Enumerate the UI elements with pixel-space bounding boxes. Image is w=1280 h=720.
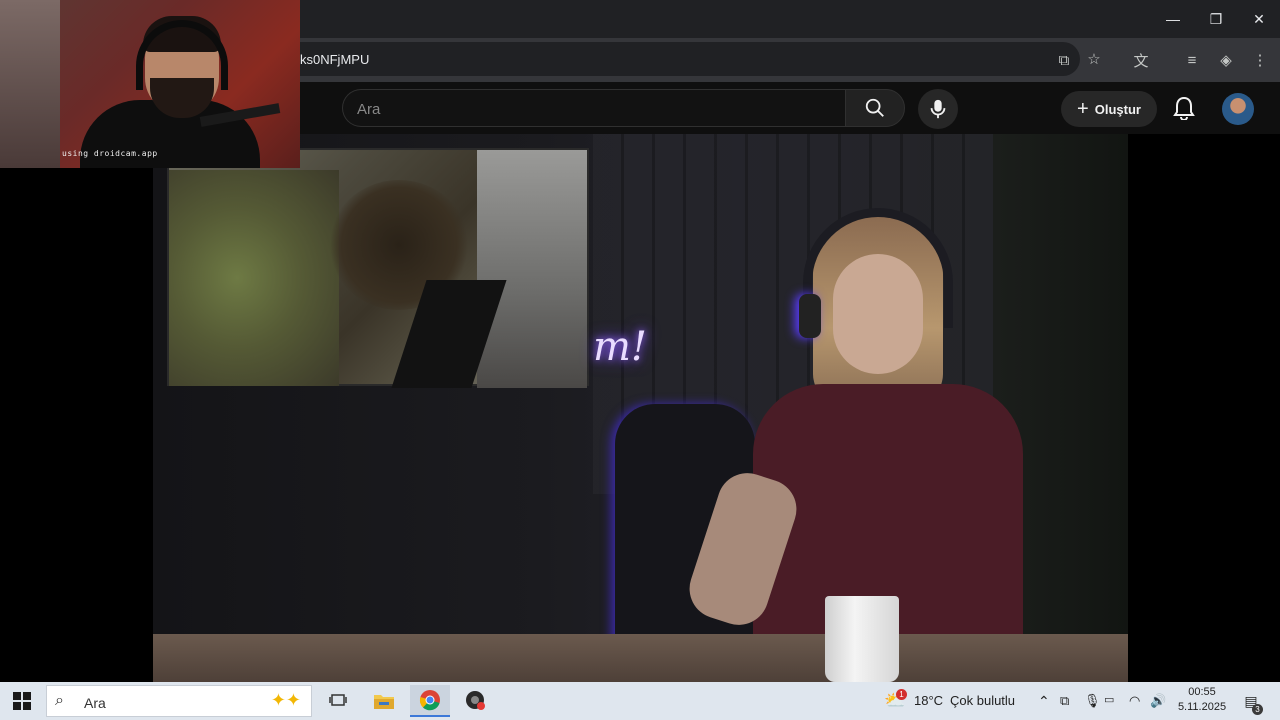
folder-icon — [374, 695, 394, 709]
search-icon — [865, 98, 884, 117]
meet-now-icon[interactable]: ⧉ — [1060, 693, 1069, 709]
windows-logo-icon — [13, 692, 31, 710]
chrome-button[interactable] — [410, 685, 450, 717]
coffee-mug — [825, 596, 899, 682]
restore-button[interactable]: ❐ — [1202, 6, 1230, 32]
background-wall — [0, 0, 60, 168]
desk — [153, 634, 1128, 682]
recording-app-button[interactable] — [456, 685, 496, 717]
headset — [803, 208, 953, 328]
clock-date: 5.11.2025 — [1177, 701, 1227, 713]
file-explorer-button[interactable] — [364, 685, 404, 717]
battery-icon[interactable]: ▭ — [1104, 693, 1114, 706]
microphone-icon[interactable]: 🎙 — [1084, 693, 1101, 709]
youtube-search-input[interactable] — [357, 98, 827, 120]
clock-time: 00:55 — [1188, 686, 1216, 698]
search-icon: ⌕ — [55, 692, 64, 709]
create-button[interactable]: + Oluştur — [1061, 91, 1157, 127]
webcam-overlay: using droidcam.app — [0, 0, 300, 168]
install-app-icon[interactable]: ⧉ — [1054, 50, 1074, 70]
account-avatar[interactable] — [1222, 93, 1254, 125]
grass — [169, 170, 339, 386]
extension-icon[interactable]: ◈ — [1216, 50, 1236, 70]
windows-taskbar: ⌕ Ara ✦✦ ⛅ 1 18°C Çok bulutlu ⌃ ⧉ 🎙 ▭ ◠ … — [0, 682, 1280, 720]
task-view-icon — [329, 694, 347, 706]
chrome-icon — [419, 690, 440, 711]
video-frame[interactable]: m! — [153, 134, 1128, 682]
task-view-button[interactable] — [318, 685, 358, 717]
weather-temperature[interactable]: 18°C — [914, 693, 943, 708]
weather-badge: 1 — [896, 689, 907, 700]
url-text[interactable]: ks0NFjMPU — [300, 52, 369, 67]
taskbar-search[interactable]: ⌕ Ara ✦✦ — [46, 685, 312, 717]
chrome-menu-icon[interactable]: ⋮ — [1250, 50, 1270, 70]
video-player[interactable]: m! — [0, 134, 1280, 682]
youtube-search-box[interactable] — [342, 89, 846, 127]
plus-icon: + — [1077, 97, 1089, 120]
rock — [477, 150, 587, 388]
webcam-watermark: using droidcam.app — [62, 149, 158, 158]
wifi-icon[interactable]: ◠ — [1129, 693, 1140, 709]
weather-description[interactable]: Çok bulutlu — [950, 693, 1015, 708]
minimize-button[interactable]: — — [1159, 6, 1187, 32]
neon-sign: m! — [593, 324, 648, 370]
chevron-up-icon[interactable]: ⌃ — [1038, 693, 1050, 710]
address-bar[interactable]: ks0NFjMPU ⧉ ☆ — [250, 42, 1101, 76]
translate-icon[interactable]: 文 — [1131, 50, 1151, 70]
bookmark-star-icon[interactable]: ☆ — [1084, 49, 1104, 69]
microphone-icon — [930, 99, 946, 119]
volume-icon[interactable]: 🔊 — [1150, 693, 1166, 709]
taskbar-search-placeholder: Ara — [84, 695, 106, 711]
picture-in-picture-clip — [167, 148, 589, 388]
media-controls-icon[interactable]: ≡ — [1182, 50, 1202, 70]
bell-icon — [1173, 96, 1195, 120]
system-clock[interactable]: 00:55 5.11.2025 — [1172, 685, 1232, 715]
record-app-icon — [466, 691, 485, 710]
start-button[interactable] — [6, 686, 38, 716]
notifications-button[interactable] — [1168, 92, 1200, 124]
headset-earcup — [799, 294, 821, 338]
voice-search-button[interactable] — [918, 89, 958, 129]
notification-count-badge: 3 — [1252, 704, 1263, 715]
close-button[interactable]: ✕ — [1245, 6, 1273, 32]
create-label: Oluştur — [1094, 101, 1141, 117]
youtube-search-button[interactable] — [845, 89, 905, 127]
sparkle-icon[interactable]: ✦✦ — [271, 690, 301, 711]
